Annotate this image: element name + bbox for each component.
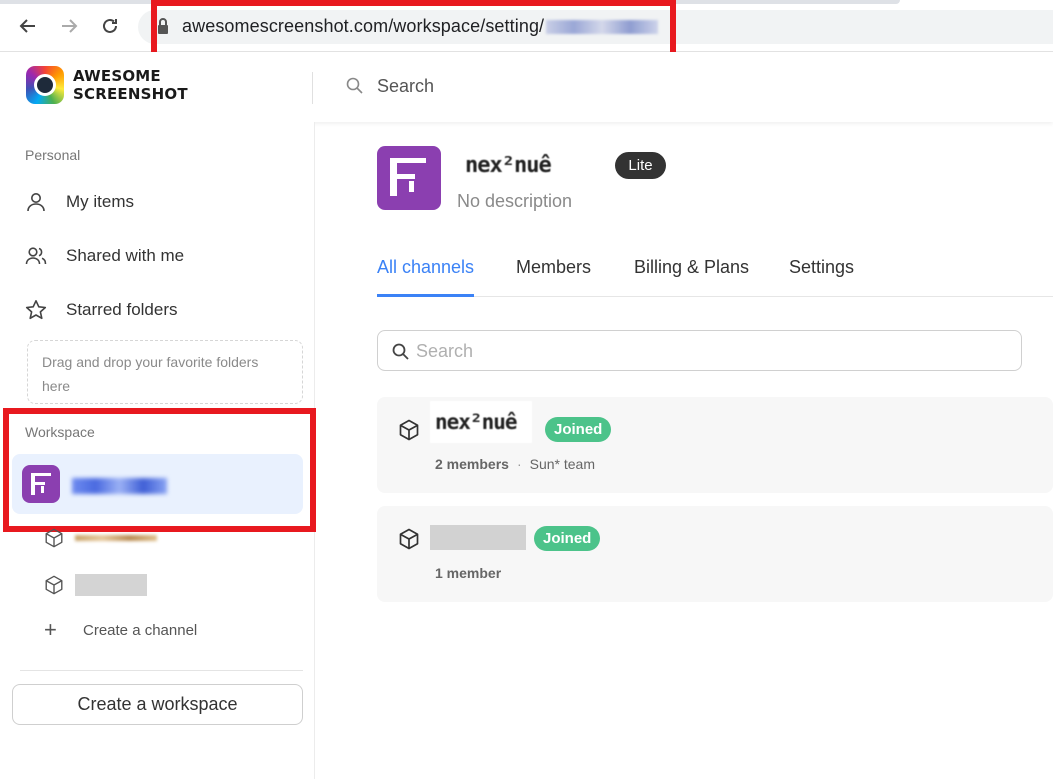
cube-icon [45,528,63,548]
active-tab-indicator [377,294,474,297]
app-header: AWESOME SCREENSHOT Search [0,52,1053,122]
reload-button[interactable] [96,12,124,40]
logo-line-2: SCREENSHOT [73,85,188,103]
meta-separator: · [516,456,522,472]
channel-name-redacted [75,574,147,596]
channel-search-input[interactable] [416,339,1006,363]
sidebar-item-label: Starred folders [66,300,178,319]
arrow-left-icon [19,19,35,33]
header-search[interactable]: Search [377,76,434,97]
arrow-right-icon [62,19,78,33]
tab-all-channels[interactable]: All channels [377,257,474,278]
channel-meta: 1 member [435,565,501,581]
joined-badge: Joined [534,526,601,551]
url-highlight-box [151,0,676,60]
cube-icon [45,575,63,595]
logo-line-1: AWESOME [73,67,161,85]
workspace-main-avatar [377,146,441,210]
plus-icon: + [44,617,57,642]
workspace-title: nex²nuê [465,153,552,178]
starred-dropzone[interactable]: Drag and drop your favorite folders here [27,340,303,404]
workspace-description: No description [457,191,573,211]
plan-badge: Lite [615,152,666,179]
forward-button[interactable] [55,12,83,40]
sidebar-channel-item[interactable] [43,524,157,552]
header-divider [312,72,313,104]
workspace-highlight-box [3,408,316,532]
create-workspace-button[interactable]: Create a workspace [12,684,303,725]
sidebar-divider [20,670,303,671]
cube-icon [399,419,419,441]
search-icon [346,77,363,94]
reload-icon [103,18,117,33]
channel-meta: 2 members · Sun* team [435,456,595,472]
sidebar-item-my-items[interactable]: My items [24,186,134,218]
awesome-screenshot-logo-icon[interactable] [26,66,64,104]
sidebar-channel-item[interactable] [43,571,147,599]
channel-name-redacted [75,535,157,541]
sidebar-item-shared-with-me[interactable]: Shared with me [24,240,184,272]
tab-billing-plans[interactable]: Billing & Plans [634,257,749,278]
channel-card[interactable]: Joined 1 member [377,506,1053,602]
logo-text[interactable]: AWESOME SCREENSHOT [73,67,188,103]
sidebar-item-label: My items [66,192,134,211]
channel-team: Sun* team [529,456,595,472]
channel-name[interactable]: nex²nuê [430,401,532,443]
channel-search[interactable] [377,330,1022,371]
user-icon [27,193,45,212]
personal-section-label: Personal [25,147,81,163]
users-icon [25,247,47,265]
tabs-divider [377,296,1053,297]
back-button[interactable] [14,12,42,40]
create-channel-label: Create a channel [83,621,198,639]
tab-members[interactable]: Members [516,257,591,278]
search-icon [392,343,409,360]
member-count: 1 member [435,565,502,581]
sidebar-item-label: Shared with me [66,246,185,265]
cube-icon [399,528,419,550]
tab-settings[interactable]: Settings [789,257,854,278]
create-channel-button[interactable]: + Create a channel [44,617,198,642]
channel-name-redacted[interactable] [430,525,526,550]
sidebar: Personal My items Shared with me Starred… [0,122,316,779]
workspace-logo-icon [390,158,426,196]
joined-badge: Joined [545,417,612,442]
member-count: 2 members [435,456,509,472]
star-icon [25,300,47,320]
sidebar-item-starred-folders[interactable]: Starred folders [24,294,178,326]
channel-card[interactable]: nex²nuê Joined 2 members · Sun* team [377,397,1053,493]
